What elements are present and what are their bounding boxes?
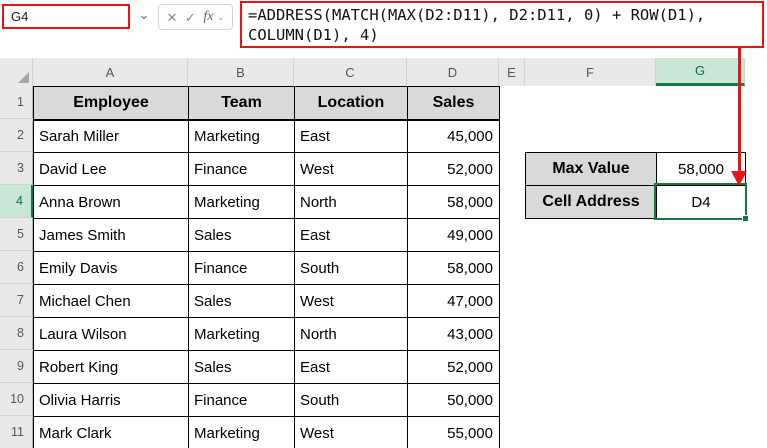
- cell-b7[interactable]: Sales: [189, 285, 295, 318]
- cell-c2[interactable]: East: [295, 120, 408, 153]
- row-header-7[interactable]: 7: [0, 284, 33, 317]
- row-headers: 1 2 3 4 5 6 7 8 9 10 11: [0, 86, 33, 448]
- cell-b5[interactable]: Sales: [189, 219, 295, 252]
- cell-a7[interactable]: Michael Chen: [34, 285, 189, 318]
- column-header-c[interactable]: C: [294, 58, 407, 86]
- cell-a9[interactable]: Robert King: [34, 351, 189, 384]
- row-header-2[interactable]: 2: [0, 119, 33, 152]
- cell-d5[interactable]: 49,000: [408, 219, 500, 252]
- cell-b9[interactable]: Sales: [189, 351, 295, 384]
- row-header-11[interactable]: 11: [0, 416, 33, 448]
- cell-d2[interactable]: 45,000: [408, 120, 500, 153]
- column-header-a[interactable]: A: [33, 58, 188, 86]
- table-row: James Smith Sales East 49,000: [34, 219, 500, 252]
- header-employee[interactable]: Employee: [34, 87, 189, 120]
- cell-c3[interactable]: West: [295, 153, 408, 186]
- row-header-5[interactable]: 5: [0, 218, 33, 251]
- table-row: Anna Brown Marketing North 58,000: [34, 186, 500, 219]
- cell-a4[interactable]: Anna Brown: [34, 186, 189, 219]
- employee-table: Employee Team Location Sales Sarah Mille…: [33, 86, 500, 448]
- cell-a6[interactable]: Emily Davis: [34, 252, 189, 285]
- name-box[interactable]: G4: [2, 4, 130, 29]
- header-sales[interactable]: Sales: [408, 87, 500, 120]
- cell-b2[interactable]: Marketing: [189, 120, 295, 153]
- row-header-9[interactable]: 9: [0, 350, 33, 383]
- column-header-f[interactable]: F: [525, 58, 656, 86]
- select-all-corner[interactable]: [0, 58, 33, 86]
- annotation-arrow-head-icon: [731, 171, 747, 186]
- summary-row-address: Cell Address D4: [526, 186, 746, 219]
- cell-d9[interactable]: 52,000: [408, 351, 500, 384]
- cell-a5[interactable]: James Smith: [34, 219, 189, 252]
- cell-c7[interactable]: West: [295, 285, 408, 318]
- cell-b6[interactable]: Finance: [189, 252, 295, 285]
- formula-input[interactable]: =ADDRESS(MATCH(MAX(D2:D11), D2:D11, 0) +…: [240, 1, 764, 48]
- select-all-triangle-icon: [18, 72, 29, 83]
- cell-c6[interactable]: South: [295, 252, 408, 285]
- cell-b11[interactable]: Marketing: [189, 417, 295, 448]
- cell-b10[interactable]: Finance: [189, 384, 295, 417]
- cancel-icon[interactable]: ✕: [167, 11, 178, 24]
- cell-address-result-cell[interactable]: D4: [657, 186, 746, 219]
- row-header-1[interactable]: 1: [0, 86, 33, 119]
- summary-row-max: Max Value 58,000: [526, 153, 746, 186]
- cell-d11[interactable]: 55,000: [408, 417, 500, 448]
- table-row: David Lee Finance West 52,000: [34, 153, 500, 186]
- column-header-b[interactable]: B: [188, 58, 294, 86]
- column-header-g-selected[interactable]: G: [656, 58, 745, 86]
- table-row: Michael Chen Sales West 47,000: [34, 285, 500, 318]
- formula-line-2: COLUMN(D1), 4): [248, 25, 762, 45]
- column-header-d[interactable]: D: [407, 58, 499, 86]
- cell-b3[interactable]: Finance: [189, 153, 295, 186]
- insert-function-icon[interactable]: fx: [203, 9, 213, 25]
- cell-d7[interactable]: 47,000: [408, 285, 500, 318]
- row-header-8[interactable]: 8: [0, 317, 33, 350]
- cell-c4[interactable]: North: [295, 186, 408, 219]
- cell-c10[interactable]: South: [295, 384, 408, 417]
- table-row: Laura Wilson Marketing North 43,000: [34, 318, 500, 351]
- row-header-6[interactable]: 6: [0, 251, 33, 284]
- cell-b8[interactable]: Marketing: [189, 318, 295, 351]
- cell-c5[interactable]: East: [295, 219, 408, 252]
- row-header-3[interactable]: 3: [0, 152, 33, 185]
- cell-d6[interactable]: 58,000: [408, 252, 500, 285]
- table-row: Robert King Sales East 52,000: [34, 351, 500, 384]
- table-row: Emily Davis Finance South 58,000: [34, 252, 500, 285]
- formula-line-1: =ADDRESS(MATCH(MAX(D2:D11), D2:D11, 0) +…: [248, 5, 762, 25]
- cell-d3[interactable]: 52,000: [408, 153, 500, 186]
- fx-dropdown-icon[interactable]: ⌄: [217, 12, 225, 23]
- cell-a2[interactable]: Sarah Miller: [34, 120, 189, 153]
- cell-address-label[interactable]: Cell Address: [526, 186, 657, 219]
- cell-c9[interactable]: East: [295, 351, 408, 384]
- excel-spreadsheet: G4 ⌄ ✕ ✓ fx ⌄ =ADDRESS(MATCH(MAX(D2:D11)…: [0, 0, 767, 448]
- name-box-dropdown-icon[interactable]: ⌄: [136, 7, 152, 23]
- cell-d8[interactable]: 43,000: [408, 318, 500, 351]
- column-header-e[interactable]: E: [499, 58, 525, 86]
- annotation-arrow-line: [738, 48, 741, 172]
- max-value-label[interactable]: Max Value: [526, 153, 657, 186]
- table-header-row: Employee Team Location Sales: [34, 87, 500, 120]
- enter-icon[interactable]: ✓: [185, 11, 196, 24]
- cell-a3[interactable]: David Lee: [34, 153, 189, 186]
- formula-bar: G4 ⌄ ✕ ✓ fx ⌄ =ADDRESS(MATCH(MAX(D2:D11)…: [0, 0, 767, 58]
- cell-d10[interactable]: 50,000: [408, 384, 500, 417]
- cell-d4[interactable]: 58,000: [408, 186, 500, 219]
- table-row: Mark Clark Marketing West 55,000: [34, 417, 500, 448]
- cell-c11[interactable]: West: [295, 417, 408, 448]
- header-team[interactable]: Team: [189, 87, 295, 120]
- row-header-4-selected[interactable]: 4: [0, 185, 33, 218]
- formula-buttons-group: ✕ ✓ fx ⌄: [158, 4, 233, 30]
- cell-a8[interactable]: Laura Wilson: [34, 318, 189, 351]
- summary-block: Max Value 58,000 Cell Address D4: [525, 152, 746, 219]
- cell-b4[interactable]: Marketing: [189, 186, 295, 219]
- cell-a11[interactable]: Mark Clark: [34, 417, 189, 448]
- row-header-10[interactable]: 10: [0, 383, 33, 416]
- table-row: Olivia Harris Finance South 50,000: [34, 384, 500, 417]
- cell-a10[interactable]: Olivia Harris: [34, 384, 189, 417]
- header-location[interactable]: Location: [295, 87, 408, 120]
- cell-c8[interactable]: North: [295, 318, 408, 351]
- column-headers: A B C D E F G: [0, 58, 745, 86]
- table-row: Sarah Miller Marketing East 45,000: [34, 120, 500, 153]
